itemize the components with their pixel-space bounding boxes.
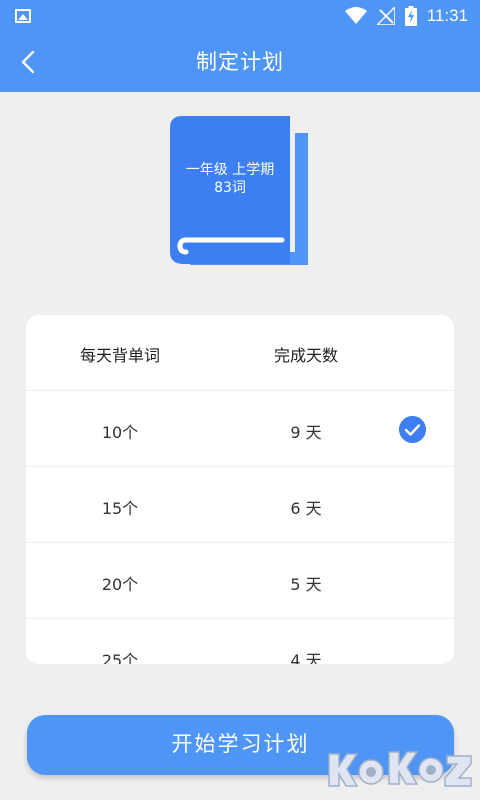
book-grade: 一年级 上学期 — [185, 162, 275, 178]
header-days: 完成天数 — [273, 346, 338, 365]
gallery-icon — [15, 9, 31, 23]
wifi-icon — [344, 7, 367, 24]
book-word-count: 83词 — [214, 180, 246, 196]
page-title: 制定计划 — [196, 50, 284, 74]
koko-watermark-logo — [328, 751, 472, 787]
per-day-value: 15个 — [101, 499, 139, 518]
plan-table-header: 每天背单词 完成天数 — [26, 315, 454, 391]
no-signal-icon — [376, 7, 395, 25]
per-day-value: 20个 — [101, 575, 139, 594]
per-day-value: 25个 — [101, 651, 139, 664]
battery-charging-icon — [404, 6, 417, 26]
status-bar: 11:31 — [0, 0, 480, 32]
book-info: 一年级 上学期 83词 — [172, 161, 288, 197]
plan-row[interactable]: 20个 5 天 — [26, 543, 454, 619]
days-value: 6 天 — [290, 499, 322, 518]
status-icons: 11:31 — [344, 0, 468, 32]
plan-row[interactable]: 15个 6 天 — [26, 467, 454, 543]
back-chevron-icon[interactable] — [14, 47, 44, 77]
plan-row[interactable]: 25个 4 天 — [26, 619, 454, 664]
per-day-value: 10个 — [101, 423, 139, 442]
selected-check-icon — [399, 416, 426, 443]
app-bar: 制定计划 — [0, 32, 480, 92]
days-value: 4 天 — [290, 651, 322, 664]
plan-card: 每天背单词 完成天数 10个 9 天 15个 6 天 20个 5 天 25个 4… — [26, 315, 454, 664]
days-value: 5 天 — [290, 575, 322, 594]
status-time: 11:31 — [426, 6, 468, 25]
header-per-day: 每天背单词 — [79, 346, 160, 365]
days-value: 9 天 — [290, 423, 322, 442]
plan-row[interactable]: 10个 9 天 — [26, 391, 454, 467]
